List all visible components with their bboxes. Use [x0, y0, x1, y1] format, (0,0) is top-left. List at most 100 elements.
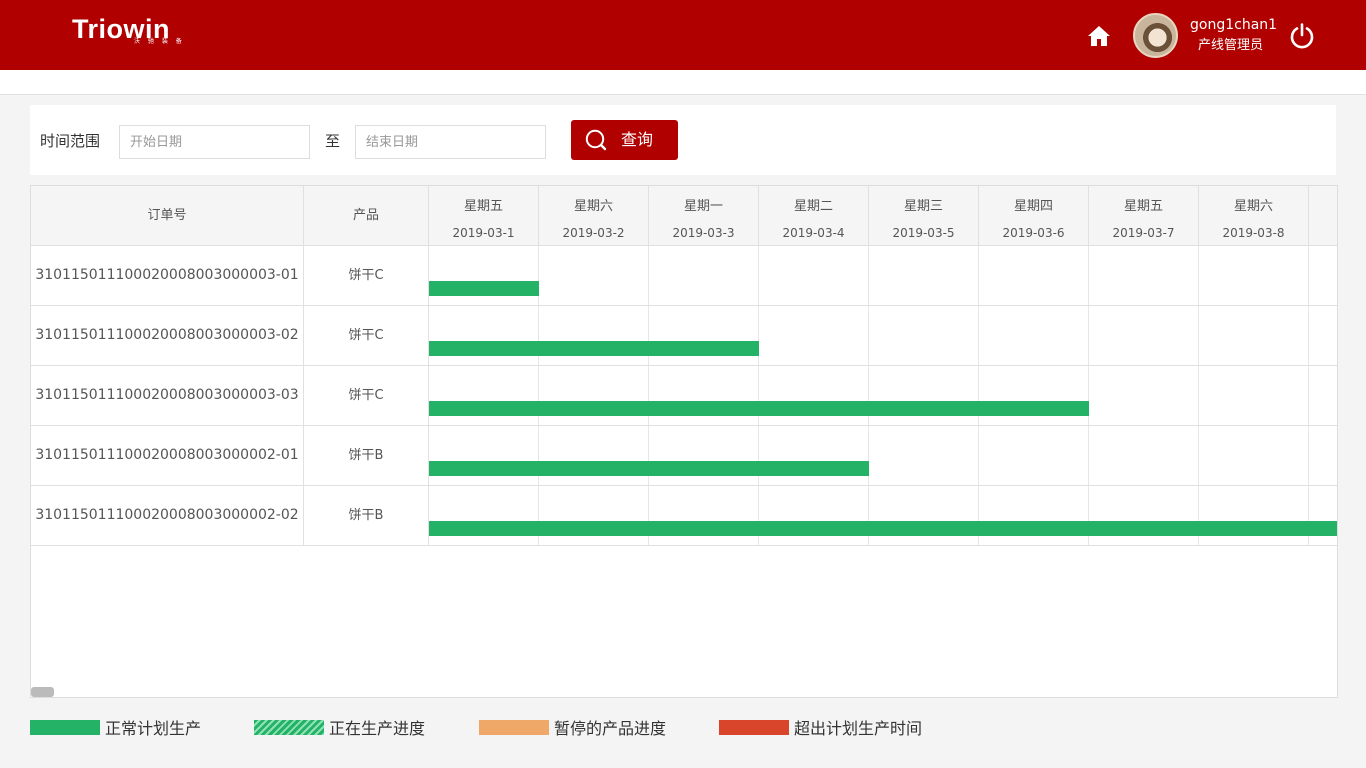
power-icon[interactable]: [1289, 23, 1315, 49]
gantt-bar[interactable]: [429, 341, 759, 356]
day-date: 2019-03-3: [672, 226, 735, 240]
day-date: 2019-03-6: [1002, 226, 1065, 240]
day-weekday: 星期二: [793, 199, 833, 214]
day-weekday: 星期六: [1233, 199, 1273, 214]
day-header: 星期一 2019-03-3: [649, 186, 759, 246]
legend-swatch: [719, 720, 789, 735]
gantt-grid-cell: [869, 246, 979, 305]
gantt-grid-cell: [1199, 246, 1309, 305]
gantt-grid-cell: [1089, 246, 1199, 305]
column-header-order: 订单号: [31, 186, 304, 246]
query-button-label: 查询: [621, 130, 654, 149]
day-header: 星期四 2019-03-6: [979, 186, 1089, 246]
gantt-grid-cell: [1199, 426, 1309, 485]
day-weekday: 星期一: [683, 199, 723, 214]
time-range-label: 时间范围: [40, 132, 101, 150]
to-label: 至: [325, 132, 341, 150]
gantt-grid-cell: [649, 486, 759, 545]
legend-swatch: [30, 720, 100, 735]
gantt-grid-cell: [759, 366, 869, 425]
product-cell: 饼干C: [304, 366, 429, 425]
gantt-grid-cell: [429, 306, 539, 365]
gantt-grid-cell: [539, 486, 649, 545]
user-name: gong1chan1: [1190, 17, 1278, 33]
gantt-grid-cell: [539, 366, 649, 425]
day-header: 星期六 2019-03-2: [539, 186, 649, 246]
gantt-grid-cell: [759, 246, 869, 305]
product-cell: 饼干B: [304, 426, 429, 485]
gantt-grid-cell: [979, 246, 1089, 305]
top-bar: Triowin 沃 驰 装 备 gong1chan1 产线管理员: [0, 0, 1366, 70]
gantt-grid-cell: [1199, 366, 1309, 425]
sub-header-bar: [0, 70, 1366, 95]
legend-label: 正在生产进度: [329, 719, 426, 738]
day-weekday: 星期三: [903, 199, 943, 214]
table-row[interactable]: 310115011100020008003000003-01 饼干C: [31, 246, 1337, 306]
gantt-grid-cell: [1089, 426, 1199, 485]
order-number-cell: 310115011100020008003000003-02: [31, 306, 304, 365]
end-date-input[interactable]: [355, 125, 546, 159]
legend-swatch: [479, 720, 549, 735]
gantt-grid-cell: [1089, 306, 1199, 365]
day-weekday: 星期六: [573, 199, 613, 214]
gantt-bar[interactable]: [429, 281, 539, 296]
gantt-grid-cell: [979, 426, 1089, 485]
filter-panel: 时间范围 至 查询: [30, 105, 1336, 175]
day-weekday: 星期四: [1013, 199, 1053, 214]
table-row[interactable]: 310115011100020008003000003-03 饼干C: [31, 366, 1337, 426]
gantt-grid-cell: [539, 306, 649, 365]
product-cell: 饼干B: [304, 486, 429, 545]
order-number-cell: 310115011100020008003000002-02: [31, 486, 304, 545]
gantt-grid-cell: [759, 486, 869, 545]
gantt-grid-cell: [649, 306, 759, 365]
gantt-grid-cell: [1089, 486, 1199, 545]
gantt-grid-cell: [429, 246, 539, 305]
search-icon: [585, 129, 607, 151]
gantt-grid-cell: [1199, 306, 1309, 365]
day-header: 星期五 2019-03-1: [429, 186, 539, 246]
avatar[interactable]: [1133, 13, 1178, 58]
gantt-grid-cell: [429, 366, 539, 425]
gantt-grid-cell: [649, 426, 759, 485]
query-button[interactable]: 查询: [571, 120, 678, 160]
legend-swatch: [254, 720, 324, 735]
user-role: 产线管理员: [1198, 38, 1264, 53]
order-number-cell: 310115011100020008003000002-01: [31, 426, 304, 485]
table-row[interactable]: 310115011100020008003000003-02 饼干C: [31, 306, 1337, 366]
gantt-grid-cell: [539, 246, 649, 305]
order-number-cell: 310115011100020008003000003-01: [31, 246, 304, 305]
gantt-grid-cell: [1089, 366, 1199, 425]
gantt-grid-cell: [1199, 486, 1309, 545]
day-date: 2019-03-2: [562, 226, 625, 240]
legend-label: 正常计划生产: [105, 719, 202, 738]
gantt-grid-cell: [979, 366, 1089, 425]
day-header: 星期五 2019-03-7: [1089, 186, 1199, 246]
gantt-bar[interactable]: [429, 521, 1337, 536]
gantt-grid-cell: [869, 366, 979, 425]
gantt-grid-cell: [869, 486, 979, 545]
logo-subtitle: 沃 驰 装 备: [134, 38, 185, 45]
horizontal-scrollbar[interactable]: [31, 687, 54, 697]
home-icon[interactable]: [1087, 24, 1111, 48]
day-header: 星期六 2019-03-8: [1199, 186, 1309, 246]
gantt-grid-cell: [539, 426, 649, 485]
gantt-bar[interactable]: [429, 401, 1089, 416]
gantt-grid-cell: [429, 426, 539, 485]
product-cell: 饼干C: [304, 306, 429, 365]
gantt-grid-cell: [869, 306, 979, 365]
gantt-grid-cell: [869, 426, 979, 485]
table-header: 订单号 产品 星期五 2019-03-1 星期六 2019-03-2 星期一 2019-0…: [31, 186, 1337, 246]
day-date: 2019-03-1: [452, 226, 515, 240]
day-header: 星期三 2019-03-5: [869, 186, 979, 246]
gantt-bar[interactable]: [429, 461, 869, 476]
gantt-table: 订单号 产品 星期五 2019-03-1 星期六 2019-03-2 星期一 2019-0…: [30, 185, 1338, 698]
day-date: 2019-03-8: [1222, 226, 1285, 240]
table-row[interactable]: 310115011100020008003000002-02 饼干B: [31, 486, 1337, 546]
day-date: 2019-03-7: [1112, 226, 1175, 240]
gantt-grid-cell: [759, 426, 869, 485]
gantt-grid-cell: [429, 486, 539, 545]
order-number-cell: 310115011100020008003000003-03: [31, 366, 304, 425]
start-date-input[interactable]: [119, 125, 310, 159]
legend-label: 暂停的产品进度: [554, 719, 667, 738]
table-row[interactable]: 310115011100020008003000002-01 饼干B: [31, 426, 1337, 486]
